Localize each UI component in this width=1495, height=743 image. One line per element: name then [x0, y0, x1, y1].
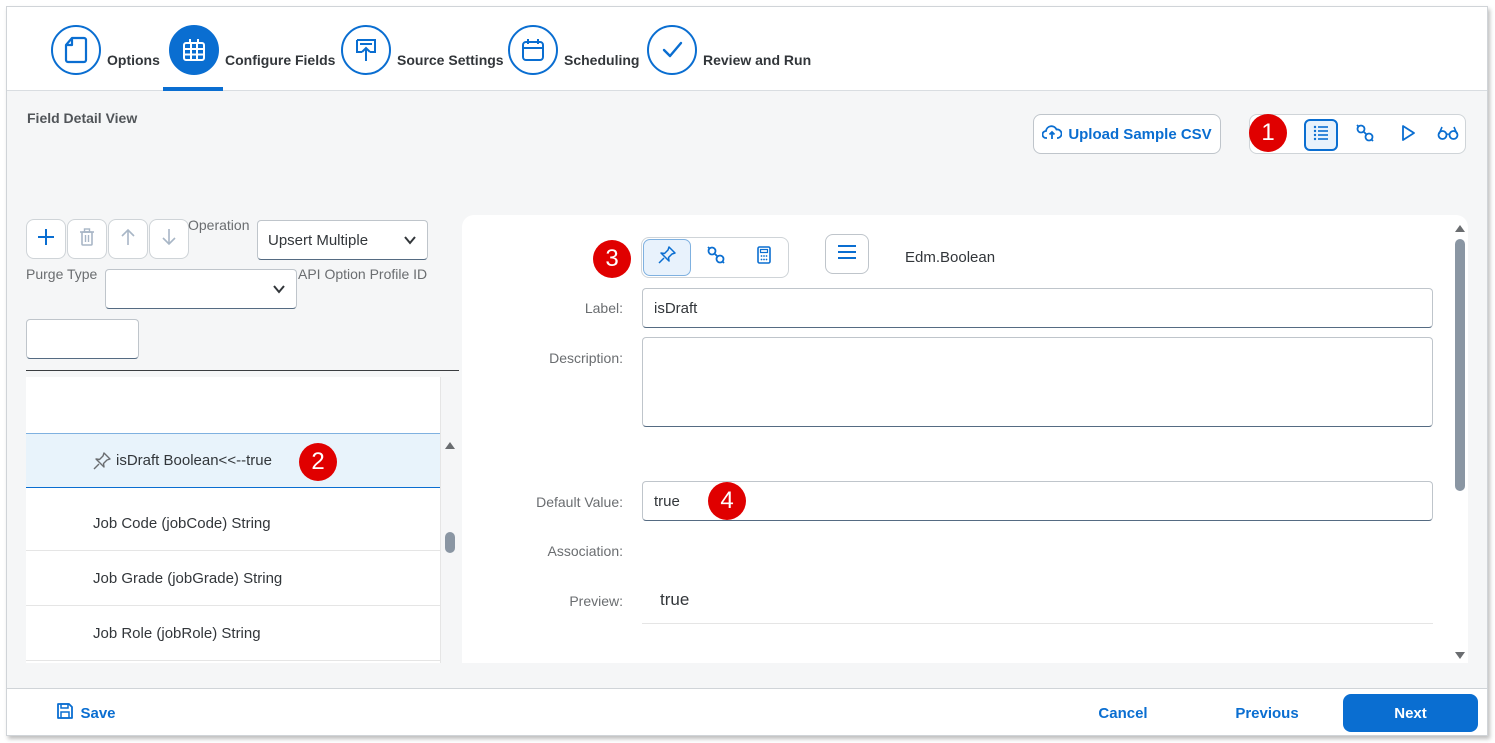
bulleted-list-icon: [1312, 124, 1330, 147]
step-label: Scheduling: [564, 52, 640, 68]
step-review-and-run[interactable]: Review and Run: [647, 25, 811, 75]
callout-badge-1: 1: [1249, 114, 1287, 152]
api-option-profile-input[interactable]: [26, 319, 139, 359]
pin-icon: [93, 452, 111, 474]
default-value-input[interactable]: true: [642, 481, 1433, 521]
save-label: Save: [80, 704, 116, 722]
label-input[interactable]: isDraft: [642, 288, 1433, 328]
delete-field-button[interactable]: [67, 219, 107, 259]
pinned-value-button[interactable]: [643, 239, 691, 276]
label-field-label: Label:: [584, 300, 623, 316]
arrow-up-icon: [120, 228, 136, 251]
preview-button[interactable]: [1431, 119, 1465, 151]
move-up-button[interactable]: [108, 219, 148, 259]
calendar-icon: [508, 25, 558, 75]
detail-panel-scrollbar[interactable]: [1453, 221, 1467, 665]
list-item-label: Job Code (jobCode) String: [93, 514, 271, 532]
field-detail-panel: Edm.Boolean Label: isDraft Description: …: [462, 215, 1468, 663]
divider: [26, 370, 459, 371]
list-item-label: Job Role (jobRole) String: [93, 624, 261, 642]
callout-badge-2: 2: [299, 443, 337, 481]
next-button[interactable]: Next: [1343, 694, 1478, 732]
step-label: Review and Run: [703, 52, 812, 68]
list-item[interactable]: Job Grade (jobGrade) String: [26, 551, 440, 606]
preview-value: true: [660, 590, 690, 609]
previous-button[interactable]: Previous: [1221, 694, 1313, 732]
default-value-field-label: Default Value:: [536, 494, 623, 510]
floppy-disk-icon: [56, 702, 74, 724]
field-list: isDraft Boolean<<--true Job Code (jobCod…: [26, 377, 441, 663]
list-view-button[interactable]: [1304, 119, 1338, 151]
add-field-button[interactable]: [26, 219, 66, 259]
purge-type-label: Purge Type: [26, 266, 98, 282]
upload-icon: [341, 25, 391, 75]
operation-select[interactable]: Upsert Multiple: [257, 220, 428, 260]
upload-sample-csv-label: Upload Sample CSV: [1068, 125, 1212, 143]
save-button[interactable]: Save: [51, 694, 121, 732]
mapping-view-button[interactable]: [1348, 119, 1382, 151]
chevron-down-icon: [272, 282, 286, 300]
hamburger-menu-icon: [837, 244, 857, 265]
checkmark-icon: [647, 25, 697, 75]
step-label: Configure Fields: [225, 52, 336, 68]
arrow-down-icon: [161, 228, 177, 251]
upload-sample-csv-button[interactable]: Upload Sample CSV: [1033, 114, 1221, 154]
cloud-upload-icon: [1041, 124, 1063, 144]
trash-icon: [79, 227, 95, 251]
operation-value: Upsert Multiple: [268, 231, 369, 249]
api-option-profile-label: API Option Profile ID: [298, 266, 428, 282]
cancel-button[interactable]: Cancel: [1083, 694, 1163, 732]
association-field-label: Association:: [547, 543, 623, 559]
preview-field-label: Preview:: [569, 593, 623, 609]
move-down-button[interactable]: [149, 219, 189, 259]
step-label: Options: [107, 52, 160, 68]
callout-badge-3: 3: [593, 240, 631, 278]
callout-badge-4: 4: [708, 482, 746, 520]
chevron-down-icon: [403, 233, 417, 251]
table-grid-icon: [169, 25, 219, 75]
divider: [642, 623, 1433, 624]
mapped-value-button[interactable]: [692, 239, 740, 276]
list-item[interactable]: isDraft Boolean<<--true: [26, 433, 440, 488]
list-item-label: Job Grade (jobGrade) String: [93, 569, 283, 587]
purge-type-select[interactable]: [105, 269, 297, 309]
document-icon: [51, 25, 101, 75]
link-icon: [1355, 123, 1375, 148]
operation-label: Operation: [188, 217, 250, 233]
field-menu-button[interactable]: [825, 234, 869, 274]
field-list-scrollbar[interactable]: [443, 437, 457, 663]
pin-icon: [658, 246, 676, 269]
description-textarea[interactable]: [642, 337, 1433, 427]
column-divider: [440, 377, 441, 663]
list-item[interactable]: Job Code (jobCode) String: [26, 496, 440, 551]
plus-icon: [37, 228, 55, 251]
play-icon: [1400, 124, 1416, 147]
wizard-header: Options Configure Fields Source Settings…: [7, 7, 1487, 91]
section-title: Field Detail View: [27, 110, 138, 126]
active-step-indicator: [163, 87, 223, 91]
run-button[interactable]: [1391, 119, 1425, 151]
list-item[interactable]: Job Role (jobRole) String: [26, 606, 440, 661]
step-label: Source Settings: [397, 52, 504, 68]
field-type-toolbar: [641, 237, 789, 278]
step-options[interactable]: Options: [51, 25, 160, 75]
list-item-label: isDraft Boolean<<--true: [116, 452, 272, 469]
description-field-label: Description:: [549, 350, 623, 366]
calculator-icon: [756, 246, 772, 269]
glasses-icon: [1437, 125, 1459, 146]
step-configure-fields[interactable]: Configure Fields: [169, 25, 335, 75]
step-scheduling[interactable]: Scheduling: [508, 25, 639, 75]
footer-toolbar: Save Cancel Previous Next: [7, 688, 1487, 735]
app-window: Options Configure Fields Source Settings…: [6, 6, 1488, 736]
link-icon: [706, 245, 726, 270]
edm-type-label: Edm.Boolean: [905, 249, 996, 266]
step-source-settings[interactable]: Source Settings: [341, 25, 504, 75]
calculated-value-button[interactable]: [740, 239, 788, 276]
